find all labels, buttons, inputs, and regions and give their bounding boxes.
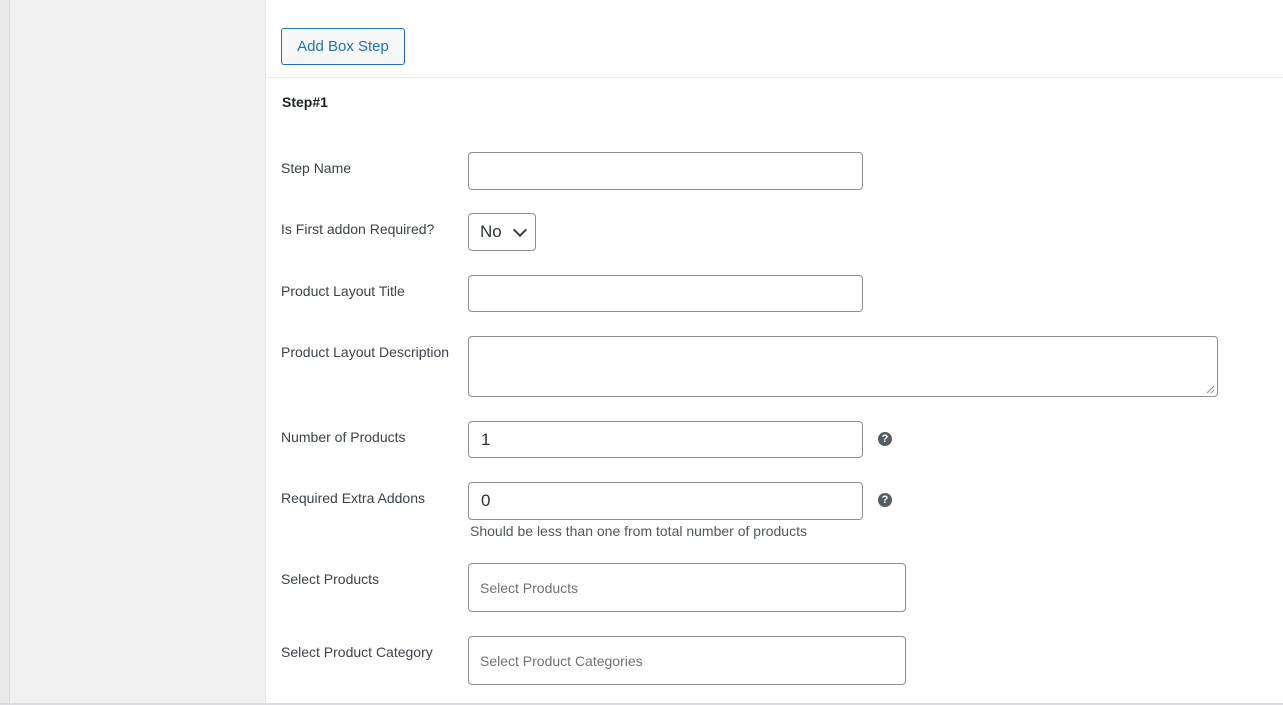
product-layout-title-label: Product Layout Title [281,283,405,299]
left-panel [10,0,266,705]
left-edge-strip [0,0,10,705]
number-of-products-label: Number of Products [281,429,406,445]
first-addon-required-value: No [480,222,502,241]
question-circle-icon[interactable]: ? [878,432,892,446]
add-box-step-button[interactable]: Add Box Step [281,28,405,65]
number-of-products-input[interactable]: 1 [468,421,863,458]
product-layout-description-label: Product Layout Description [281,344,450,360]
select-products-placeholder: Select Products [480,579,579,596]
required-extra-addons-hint: Should be less than one from total numbe… [470,523,807,539]
select-product-category-label: Select Product Category [281,644,433,660]
product-layout-title-input[interactable] [468,275,863,312]
required-extra-addons-input[interactable]: 0 [468,482,863,520]
select-product-category-placeholder: Select Product Categories [480,652,643,669]
select-products-multiselect[interactable]: Select Products [468,563,906,612]
select-products-label: Select Products [281,571,380,587]
resize-handle-icon[interactable] [1206,385,1215,394]
step-title: Step#1 [282,94,328,110]
first-addon-required-select[interactable]: No [468,213,536,251]
step-settings-panel: Add Box Step Step#1 Step Name Is First a… [265,0,1283,703]
first-addon-required-label: Is First addon Required? [281,221,435,237]
section-divider [266,77,1283,78]
required-extra-addons-label: Required Extra Addons [281,490,425,506]
step-name-label: Step Name [281,160,352,176]
product-layout-description-textarea[interactable] [468,336,1218,397]
select-product-category-multiselect[interactable]: Select Product Categories [468,636,906,685]
question-circle-icon[interactable]: ? [878,493,892,507]
chevron-down-icon [512,222,528,237]
step-name-input[interactable] [468,152,863,190]
